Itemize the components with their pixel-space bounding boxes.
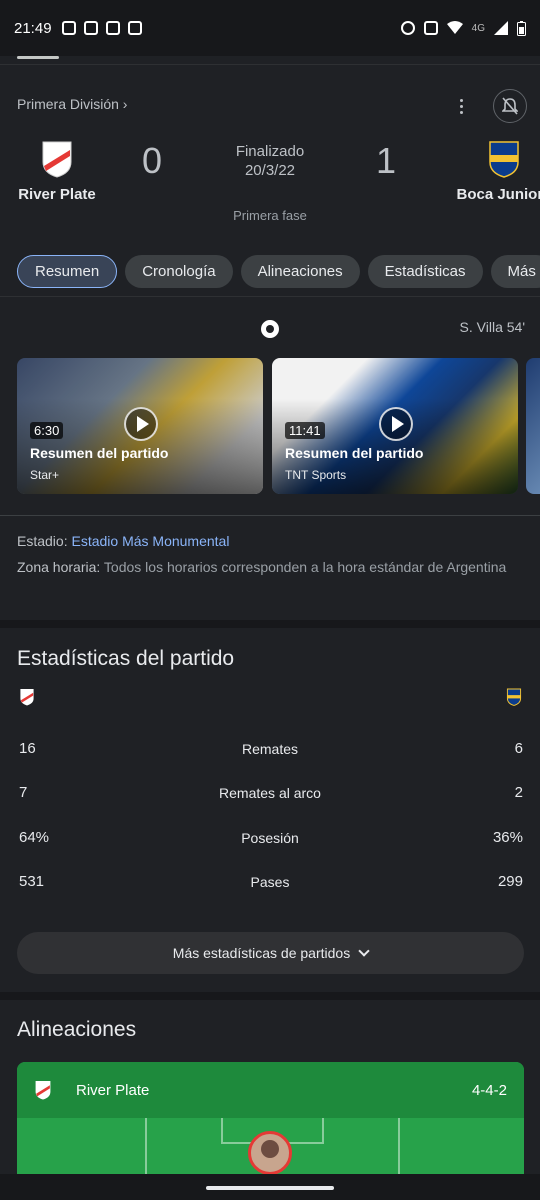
video-card[interactable]: 6:30 Resumen del partido Star+ xyxy=(17,358,263,494)
stats-title: Estadísticas del partido xyxy=(17,647,235,670)
alarm-icon xyxy=(400,21,415,35)
more-stats-button[interactable]: Más estadísticas de partidos xyxy=(17,932,524,974)
lineup-formation: 4-4-2 xyxy=(471,1081,507,1099)
stat-away-value: 299 xyxy=(497,873,523,890)
stadium-label: Estadio: xyxy=(17,533,68,549)
stat-label: Posesión xyxy=(241,830,299,846)
video-source: TNT Sports xyxy=(285,468,347,482)
notification-icons xyxy=(61,21,142,35)
more-vert-icon[interactable] xyxy=(451,96,471,116)
video-duration: 11:41 xyxy=(285,422,325,439)
mute-icon xyxy=(423,21,438,35)
twitch-icon xyxy=(127,21,142,35)
away-team-name: Boca Juniors xyxy=(456,186,540,203)
timezone-line: Zona horaria: Todos los horarios corresp… xyxy=(17,554,527,580)
section-separator xyxy=(0,620,540,628)
stadium-line: Estadio: Estadio Más Monumental xyxy=(17,528,527,554)
match-status-text: Finalizado xyxy=(235,143,305,160)
video-title: Resumen del partido xyxy=(285,445,424,461)
section-separator xyxy=(0,992,540,1000)
away-score: 1 xyxy=(376,140,397,181)
news-icon xyxy=(105,21,120,35)
home-team-name: River Plate xyxy=(18,186,96,203)
match-date: 20/3/22 xyxy=(244,162,296,179)
timezone-label: Zona horaria: xyxy=(17,559,101,575)
network-label: 4G xyxy=(471,22,485,34)
stat-row: 7 Remates al arco 2 xyxy=(17,784,523,808)
notification-bell-button[interactable] xyxy=(493,89,527,123)
chevron-down-icon xyxy=(358,945,370,957)
system-icons: 4G xyxy=(400,20,526,36)
river-plate-crest-icon xyxy=(42,141,72,178)
stadium-link[interactable]: Estadio Más Monumental xyxy=(71,533,229,549)
stat-away-value: 36% xyxy=(492,829,523,846)
league-link[interactable]: Primera División › xyxy=(17,96,127,112)
goal-scorer: S. Villa 54' xyxy=(459,319,525,335)
play-icon[interactable] xyxy=(124,407,158,441)
home-score: 0 xyxy=(142,140,163,181)
home-team[interactable]: River Plate xyxy=(2,140,112,203)
river-plate-crest-icon xyxy=(20,689,34,706)
boca-juniors-crest-icon xyxy=(489,141,519,178)
lineups-title: Alineaciones xyxy=(17,1018,137,1041)
tab-estadisticas[interactable]: Estadísticas xyxy=(367,255,483,288)
video-card[interactable] xyxy=(526,358,540,494)
video-source: Star+ xyxy=(30,468,60,482)
lineup-team-name: River Plate xyxy=(76,1081,150,1099)
divider xyxy=(0,296,540,297)
soccer-ball-icon xyxy=(261,320,279,338)
stat-label: Remates xyxy=(241,741,299,757)
stat-away-value: 6 xyxy=(514,740,523,757)
video-title: Resumen del partido xyxy=(30,445,169,461)
match-phase: Primera fase xyxy=(233,208,307,223)
tab-resumen[interactable]: Resumen xyxy=(17,255,118,288)
bell-off-icon xyxy=(502,97,518,115)
signal-icon xyxy=(494,21,508,35)
stat-label: Remates al arco xyxy=(219,785,321,801)
player-avatar[interactable] xyxy=(248,1131,292,1175)
play-icon[interactable] xyxy=(379,407,413,441)
translate-icon xyxy=(83,21,98,35)
boca-juniors-crest-icon xyxy=(506,688,522,706)
tab-mas[interactable]: Más xyxy=(490,255,540,288)
match-info: Estadio: Estadio Más Monumental Zona hor… xyxy=(17,528,527,580)
away-team[interactable]: Boca Juniors xyxy=(449,140,540,203)
stat-away-value: 2 xyxy=(514,784,523,801)
video-card[interactable]: 11:41 Resumen del partido TNT Sports xyxy=(272,358,518,494)
stat-label: Pases xyxy=(250,874,290,890)
tab-alineaciones[interactable]: Alineaciones xyxy=(240,255,360,288)
tab-bar: Resumen Cronología Alineaciones Estadíst… xyxy=(17,255,540,288)
timezone-value: Todos los horarios corresponden a la hor… xyxy=(103,559,507,575)
divider xyxy=(0,515,540,516)
active-tab-indicator xyxy=(17,56,59,59)
battery-icon xyxy=(517,20,526,36)
status-time: 21:49 xyxy=(14,19,52,37)
match-status: Finalizado 20/3/22 xyxy=(215,142,325,180)
instagram-icon xyxy=(61,21,76,35)
more-stats-label: Más estadísticas de partidos xyxy=(172,945,351,961)
lineup-header: River Plate 4-4-2 xyxy=(17,1062,524,1118)
stat-row: 16 Remates 6 xyxy=(17,740,523,764)
wifi-icon xyxy=(446,21,463,34)
tab-cronologia[interactable]: Cronología xyxy=(125,255,233,288)
home-gesture-handle[interactable] xyxy=(206,1186,334,1190)
divider xyxy=(0,64,540,65)
stat-row: 531 Pases 299 xyxy=(17,873,523,897)
stat-row: 64% Posesión 36% xyxy=(17,829,523,853)
river-plate-crest-icon xyxy=(35,1081,51,1100)
status-bar: 21:49 4G xyxy=(0,0,540,56)
video-duration: 6:30 xyxy=(30,422,64,439)
